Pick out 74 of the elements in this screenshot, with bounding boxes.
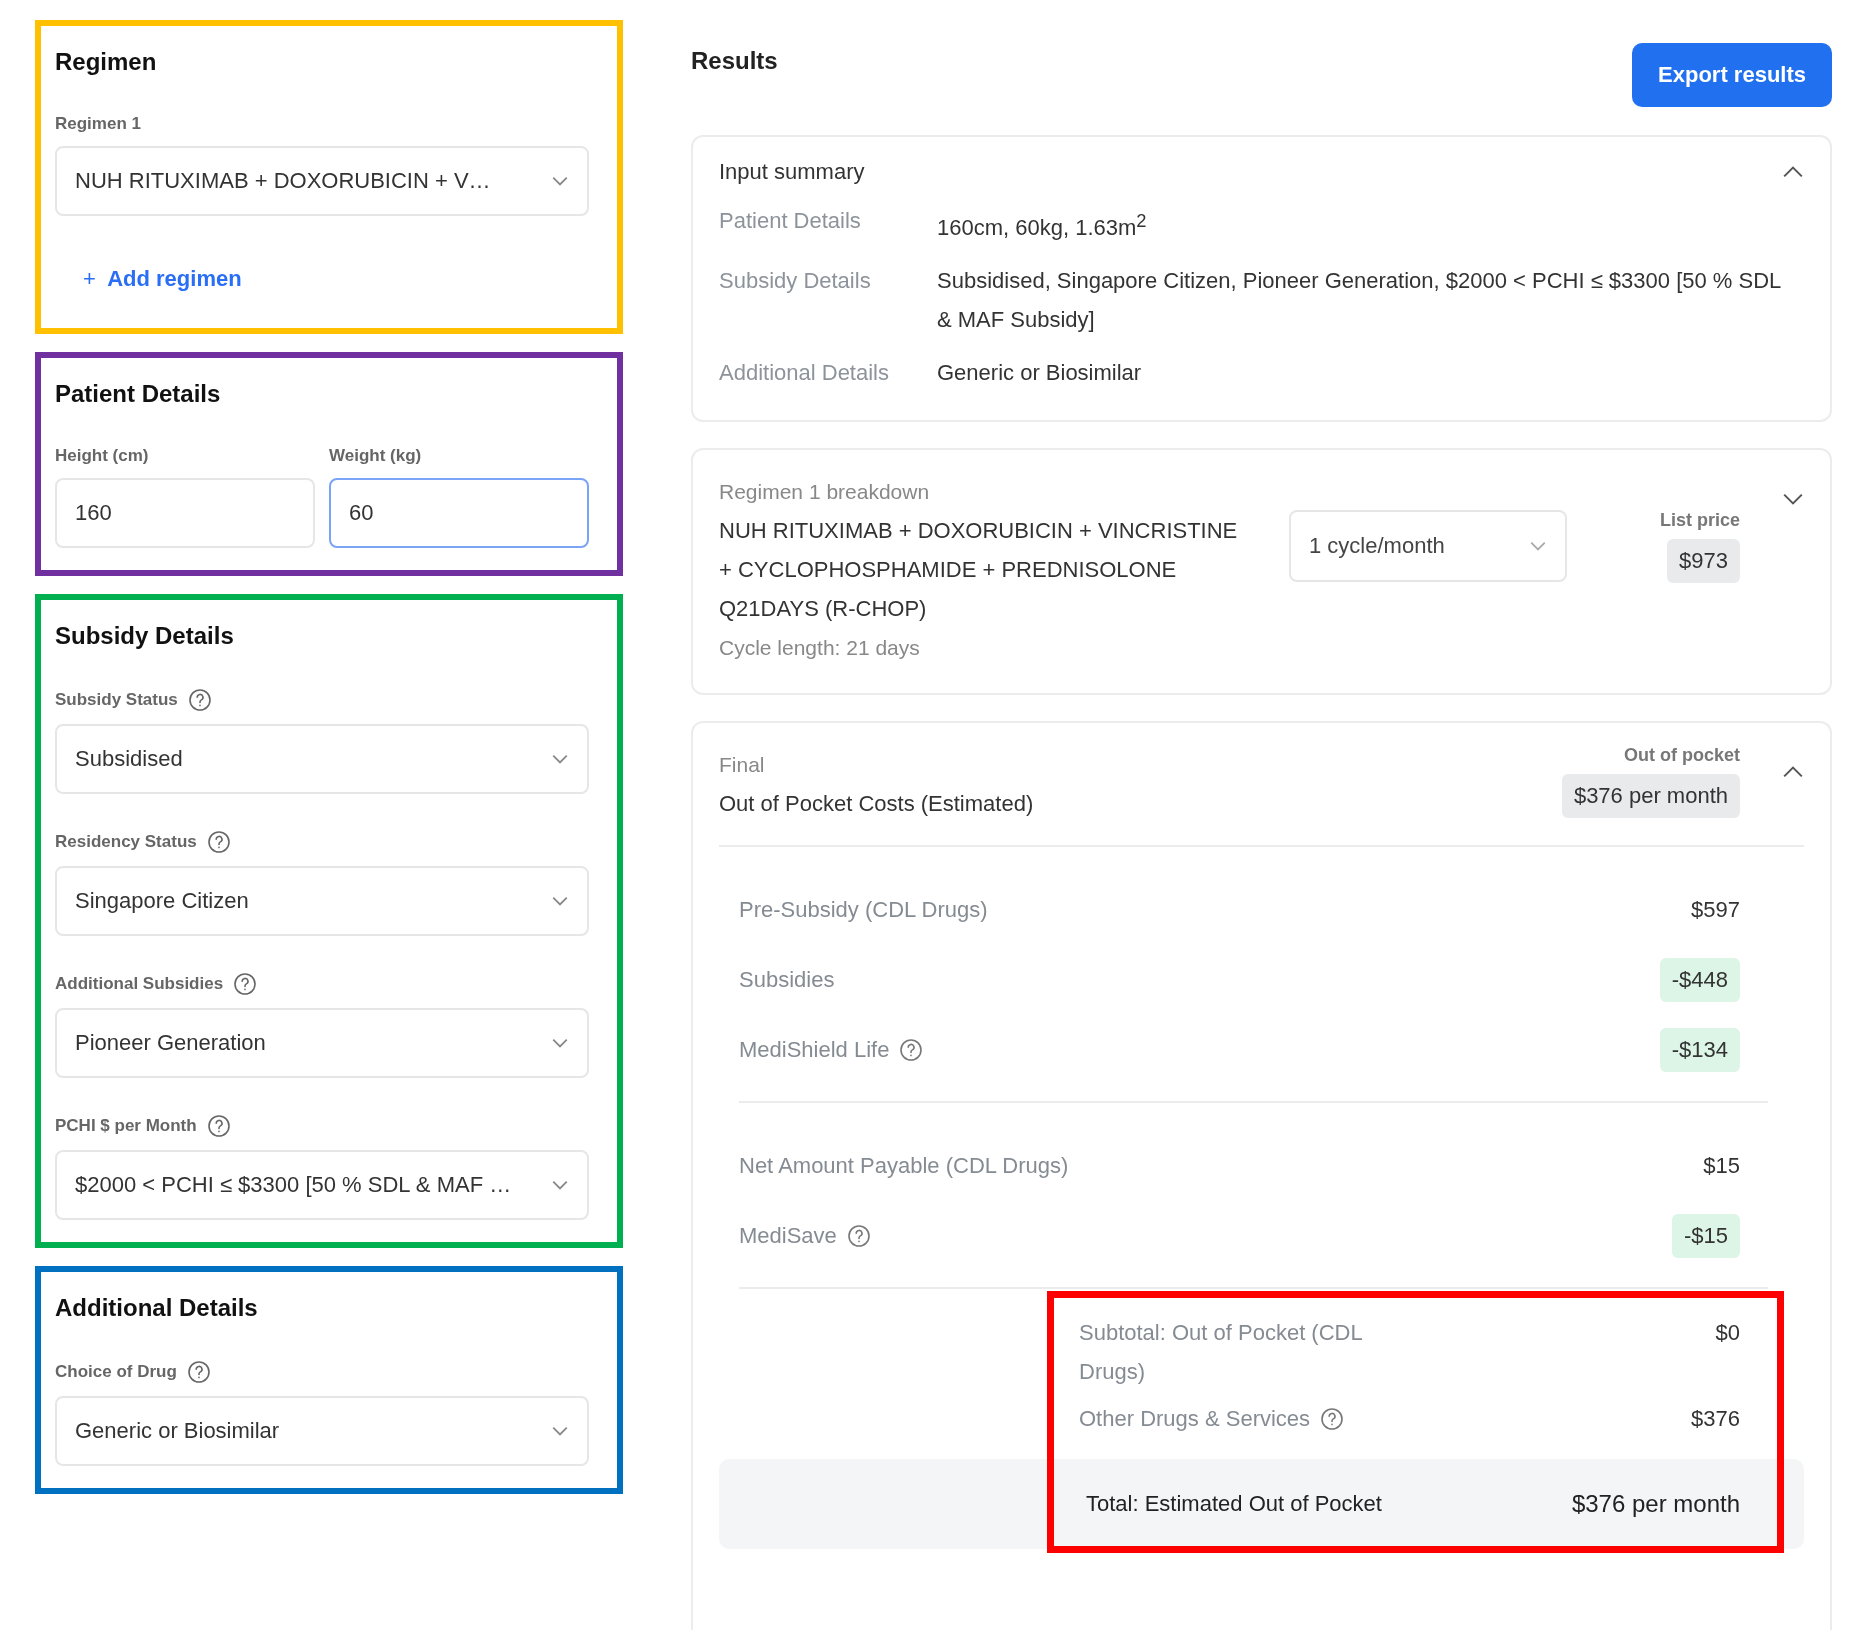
help-icon[interactable] <box>899 1038 924 1063</box>
cost-value: $597 <box>1691 897 1740 924</box>
amount-badge: $376 per month <box>1561 774 1740 819</box>
help-icon[interactable] <box>186 1360 211 1384</box>
summary-value: Subsidised, Singapore Citizen, Pioneer Generation, $2000 < PCHI ≤ $3300 [50 % SDL & MAF Subsidy] <box>937 267 1782 335</box>
select-field[interactable]: NUH RITUXIMAB + DOXORUBICIN + V… <box>55 146 589 216</box>
summary-label: Patient Details <box>719 207 862 235</box>
field-label: Choice of Drug <box>55 1362 177 1382</box>
section-title: Subsidy Details <box>55 622 235 650</box>
deduction-badge: -$15 <box>1671 1214 1740 1259</box>
cost-label: Pre-Subsidy (CDL Drugs) <box>739 897 988 924</box>
select-field[interactable]: Pioneer Generation <box>55 1008 589 1078</box>
cycle-length: Cycle length: 21 days <box>719 635 921 662</box>
chevron-up-icon[interactable] <box>1782 765 1804 780</box>
help-icon[interactable] <box>206 1114 231 1138</box>
add-regimen-link[interactable]: + Add regimen <box>83 266 589 292</box>
frequency-select[interactable]: 1 cycle/month <box>1289 510 1567 583</box>
export-button[interactable]: Export results <box>1632 43 1832 107</box>
cost-label: MediSave <box>739 1223 837 1250</box>
chevron-up-icon[interactable] <box>1782 165 1804 179</box>
cost-value: $0 <box>1715 1319 1740 1348</box>
chevron-down-icon <box>551 895 569 907</box>
select-field[interactable]: Generic or Biosimilar <box>55 1396 589 1466</box>
card-title: Input summary <box>719 159 865 185</box>
card-caption: Final <box>719 752 766 779</box>
total-label: Total: Estimated Out of Pocket <box>1086 1491 1382 1518</box>
section-title: Patient Details <box>55 380 222 408</box>
section-title: Additional Details <box>55 1294 259 1322</box>
help-icon[interactable] <box>187 688 212 712</box>
field-label: Regimen 1 <box>55 114 141 134</box>
help-icon[interactable] <box>1320 1406 1345 1431</box>
deduction-badge: -$134 <box>1659 1028 1740 1073</box>
chevron-down-icon <box>1529 540 1547 553</box>
select-field[interactable]: Singapore Citizen <box>55 866 589 936</box>
input-field[interactable]: 60 <box>329 478 589 548</box>
chevron-down-icon[interactable] <box>1782 492 1804 507</box>
deduction-badge: -$448 <box>1659 958 1740 1003</box>
price-label: List price <box>1659 510 1740 532</box>
chevron-down-icon <box>551 753 569 765</box>
help-icon[interactable] <box>846 1224 871 1249</box>
cost-value: $376 <box>1691 1405 1740 1434</box>
amount-label: Out of pocket <box>1624 745 1740 767</box>
chevron-down-icon <box>551 1425 569 1437</box>
card-caption: Regimen 1 breakdown <box>719 479 931 506</box>
cost-label: Net Amount Payable (CDL Drugs) <box>739 1153 1069 1180</box>
chevron-down-icon <box>551 1037 569 1049</box>
chevron-down-icon <box>551 175 569 187</box>
field-label: Height (cm) <box>55 446 149 466</box>
help-icon[interactable] <box>206 830 231 854</box>
cost-value: $15 <box>1703 1153 1740 1180</box>
regimen-name: NUH RITUXIMAB + DOXORUBICIN + VINCRISTINE + CYCLOPHOSPHAMIDE + PREDNISOLONE Q21DAYS (R-CHOP) <box>719 517 1239 624</box>
results-title: Results <box>691 47 778 75</box>
summary-label: Subsidy Details <box>719 267 872 296</box>
field-label: PCHI $ per Month <box>55 1116 197 1136</box>
price-badge: $973 <box>1667 539 1740 584</box>
select-field[interactable]: $2000 < PCHI ≤ $3300 [50 % SDL & MAF … <box>55 1150 589 1220</box>
field-label: Additional Subsidies <box>55 974 224 994</box>
summary-value: 160cm, 60kg, 1.63m$^{2}$ <box>937 209 1148 243</box>
chevron-down-icon <box>551 1179 569 1191</box>
input-field[interactable]: 160 <box>55 478 315 548</box>
field-label: Subsidy Status <box>55 690 178 710</box>
help-icon[interactable] <box>233 972 258 996</box>
section-title: Regimen <box>55 48 158 76</box>
summary-label: Additional Details <box>719 359 890 388</box>
cost-label: MediShield Life <box>739 1037 890 1064</box>
select-field[interactable]: Subsidised <box>55 724 589 794</box>
cost-label: Other Drugs & Services <box>1079 1405 1311 1434</box>
field-label: Residency Status <box>55 832 197 852</box>
cost-label: Subsidies <box>739 967 835 994</box>
total-value: $376 per month <box>1571 1490 1740 1519</box>
card-title: Out of Pocket Costs (Estimated) <box>719 790 1034 819</box>
field-label: Weight (kg) <box>329 446 422 466</box>
cost-label: Subtotal: Out of Pocket (CDL Drugs) <box>1079 1319 1363 1387</box>
summary-value: Generic or Biosimilar <box>937 359 1143 388</box>
